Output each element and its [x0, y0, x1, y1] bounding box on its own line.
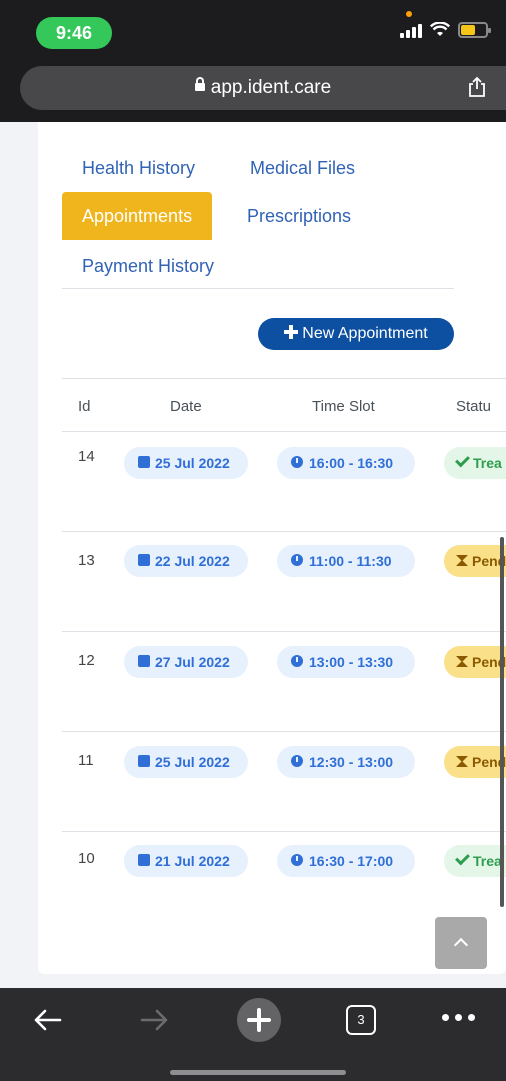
new-appointment-label: New Appointment — [302, 325, 428, 342]
status-icons — [400, 22, 491, 38]
tabs-icon[interactable]: 3 — [346, 1005, 376, 1035]
battery-icon — [458, 22, 491, 38]
date-text: 25 Jul 2022 — [155, 455, 230, 471]
privacy-indicator-dot — [406, 11, 412, 17]
row-divider — [62, 631, 506, 632]
check-icon — [455, 850, 470, 866]
home-indicator — [170, 1070, 346, 1075]
time-slot-text: 16:30 - 17:00 — [309, 853, 394, 869]
time-slot-text: 11:00 - 11:30 — [309, 553, 392, 569]
column-header-status: Statu — [456, 398, 492, 415]
header-bottom-border — [62, 431, 506, 432]
hourglass-icon — [456, 555, 468, 567]
table-top-border — [62, 378, 506, 379]
date-text: 21 Jul 2022 — [155, 853, 230, 869]
row-id: 10 — [78, 850, 95, 867]
web-page: Health History Medical Files Appointment… — [0, 122, 506, 988]
patient-card: Health History Medical Files Appointment… — [38, 122, 506, 974]
status-badge: Trea — [444, 845, 506, 877]
row-divider — [62, 831, 506, 832]
row-id: 14 — [78, 448, 95, 465]
wifi-icon — [430, 22, 450, 36]
url-text: app.ident.care — [210, 77, 332, 98]
hourglass-icon — [456, 656, 468, 668]
row-divider — [62, 531, 506, 532]
status-badge: Pend — [444, 545, 506, 577]
cellular-signal-icon — [400, 22, 422, 38]
column-header-id: Id — [78, 398, 91, 415]
clock-icon — [291, 456, 303, 469]
calendar-icon — [138, 456, 150, 469]
calendar-icon — [138, 554, 150, 567]
row-id: 12 — [78, 652, 95, 669]
browser-address-bar: app.ident.care — [0, 60, 506, 122]
forward-arrow-icon — [140, 1009, 168, 1031]
time-slot-text: 16:00 - 16:30 — [309, 455, 394, 471]
vertical-scrollbar[interactable] — [500, 537, 504, 907]
calendar-icon — [138, 854, 150, 867]
lock-icon — [194, 76, 205, 91]
row-divider — [62, 731, 506, 732]
status-badge: Pend — [444, 646, 506, 678]
time-slot-text: 12:30 - 13:00 — [309, 754, 394, 770]
tab-prescriptions[interactable]: Prescriptions — [227, 192, 371, 240]
time-slot-badge: 16:30 - 17:00 — [277, 845, 415, 877]
status-text: Trea — [473, 853, 502, 869]
url-field[interactable]: app.ident.care — [20, 66, 506, 110]
new-appointment-button[interactable]: New Appointment — [258, 318, 454, 350]
status-bar: 9:46 — [0, 0, 506, 60]
back-arrow-icon[interactable] — [26, 998, 70, 1042]
status-badge: Trea — [444, 447, 506, 479]
tab-appointments[interactable]: Appointments — [62, 192, 213, 240]
date-badge: 27 Jul 2022 — [124, 646, 248, 678]
share-icon[interactable] — [466, 76, 488, 98]
tab-health-history[interactable]: Health History — [62, 144, 215, 192]
clock-icon — [291, 554, 303, 567]
status-badge: Pend — [444, 746, 506, 778]
column-header-time-slot: Time Slot — [312, 398, 375, 415]
browser-toolbar: 3 — [0, 988, 506, 1081]
date-text: 27 Jul 2022 — [155, 654, 230, 670]
clock-icon — [291, 854, 303, 867]
status-text: Trea — [473, 455, 502, 471]
clock-icon — [291, 655, 303, 668]
url-display[interactable]: app.ident.care — [20, 66, 506, 110]
time-slot-badge: 16:00 - 16:30 — [277, 447, 415, 479]
date-text: 22 Jul 2022 — [155, 553, 230, 569]
check-icon — [455, 452, 470, 468]
column-header-date: Date — [170, 398, 202, 415]
date-badge: 25 Jul 2022 — [124, 746, 248, 778]
time-slot-badge: 11:00 - 11:30 — [277, 545, 415, 577]
tab-medical-files[interactable]: Medical Files — [230, 144, 375, 192]
calendar-icon — [138, 655, 150, 668]
scroll-to-top-button[interactable] — [435, 917, 487, 969]
status-time: 9:46 — [36, 17, 112, 49]
time-slot-badge: 12:30 - 13:00 — [277, 746, 415, 778]
row-id: 13 — [78, 552, 95, 569]
date-badge: 25 Jul 2022 — [124, 447, 248, 479]
row-id: 11 — [78, 752, 94, 769]
plus-icon — [284, 324, 299, 339]
tab-payment-history[interactable]: Payment History — [62, 242, 234, 290]
date-badge: 22 Jul 2022 — [124, 545, 248, 577]
calendar-icon — [138, 755, 150, 768]
tabs-divider — [62, 288, 454, 289]
more-icon[interactable] — [442, 1014, 475, 1021]
date-text: 25 Jul 2022 — [155, 754, 230, 770]
time-slot-text: 13:00 - 13:30 — [309, 654, 394, 670]
hourglass-icon — [456, 756, 468, 768]
time-slot-badge: 13:00 - 13:30 — [277, 646, 415, 678]
new-tab-plus-icon[interactable] — [237, 998, 281, 1042]
date-badge: 21 Jul 2022 — [124, 845, 248, 877]
clock-icon — [291, 755, 303, 768]
